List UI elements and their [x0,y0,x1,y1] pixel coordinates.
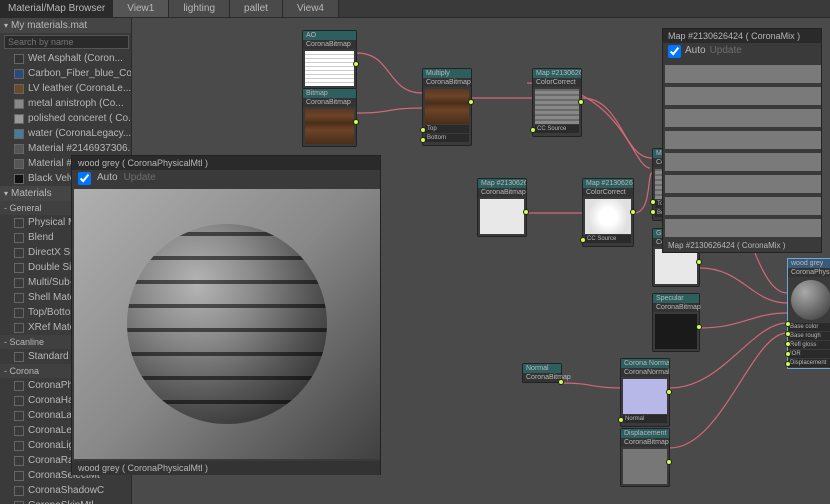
map-preview-footer: Map #2130626424 ( CoronaMix ) [663,239,821,252]
material-preview-panel: wood grey ( CoronaPhysicalMtl ) Auto Upd… [71,155,381,475]
tab-view4[interactable]: View4 [283,0,339,17]
map-preview-title: Map #2130626424 ( CoronaMix ) [663,29,821,43]
node-output-material[interactable]: wood grey CoronaPhysica... Base color Ba… [787,258,830,369]
material-item[interactable]: LV leather (CoronaLe... [0,81,131,96]
list-item[interactable]: CoronaSkinMtl [0,498,131,504]
node-wood-bitmap[interactable]: BitmapCoronaBitmap [302,88,357,147]
node-grey-bitmap[interactable]: Map #2130626423CoronaBitmap [477,178,527,237]
material-item[interactable]: polished conceret ( Co... [0,111,131,126]
material-item[interactable]: metal anistroph (Co... [0,96,131,111]
auto-checkbox[interactable] [78,172,91,185]
node-ao[interactable]: AOCoronaBitmap [302,30,357,89]
node-specular[interactable]: SpecularCoronaBitmap [652,293,700,352]
node-colorcorrect-1[interactable]: Map #2130626305ColorCorrect CC Source [532,68,582,137]
node-normal-bitmap[interactable]: NormalCoronaBitmap [522,363,562,383]
map-preview-panel: Map #2130626424 ( CoronaMix ) AutoUpdate… [662,28,822,253]
preview-title: wood grey ( CoronaPhysicalMtl ) [72,156,380,170]
material-item[interactable]: Carbon_Fiber_blue_Co... [0,66,131,81]
material-item[interactable]: Wet Asphalt (Coron... [0,51,131,66]
tab-view1[interactable]: View1 [113,0,169,17]
node-colorcorrect-2[interactable]: Map #2130626426ColorCorrect CC Source [582,178,634,247]
node-displacement[interactable]: DisplacementCoronaBitmap [620,428,670,487]
material-item[interactable]: Material #2146937306... [0,141,131,156]
map-preview-image [665,62,821,237]
tab-pallet[interactable]: pallet [230,0,283,17]
file-section-header[interactable]: My materials.mat [0,18,131,33]
list-item[interactable]: CoronaShadowC [0,483,131,498]
preview-sphere [127,224,327,424]
node-corona-normal[interactable]: Corona NormalCoronaNormal Normal [620,358,670,427]
auto-checkbox[interactable] [668,45,681,58]
tab-lighting[interactable]: lighting [169,0,230,17]
update-button[interactable]: Update [710,45,742,58]
preview-viewport[interactable] [74,189,380,459]
search-input[interactable] [4,35,129,49]
node-multiply[interactable]: MultiplyCoronaBitmap TopBottom [422,68,472,146]
browser-title: Material/Map Browser [0,0,113,17]
material-item[interactable]: water (CoronaLegacy... [0,126,131,141]
update-button[interactable]: Update [124,172,156,185]
preview-footer: wood grey ( CoronaPhysicalMtl ) [72,461,380,475]
